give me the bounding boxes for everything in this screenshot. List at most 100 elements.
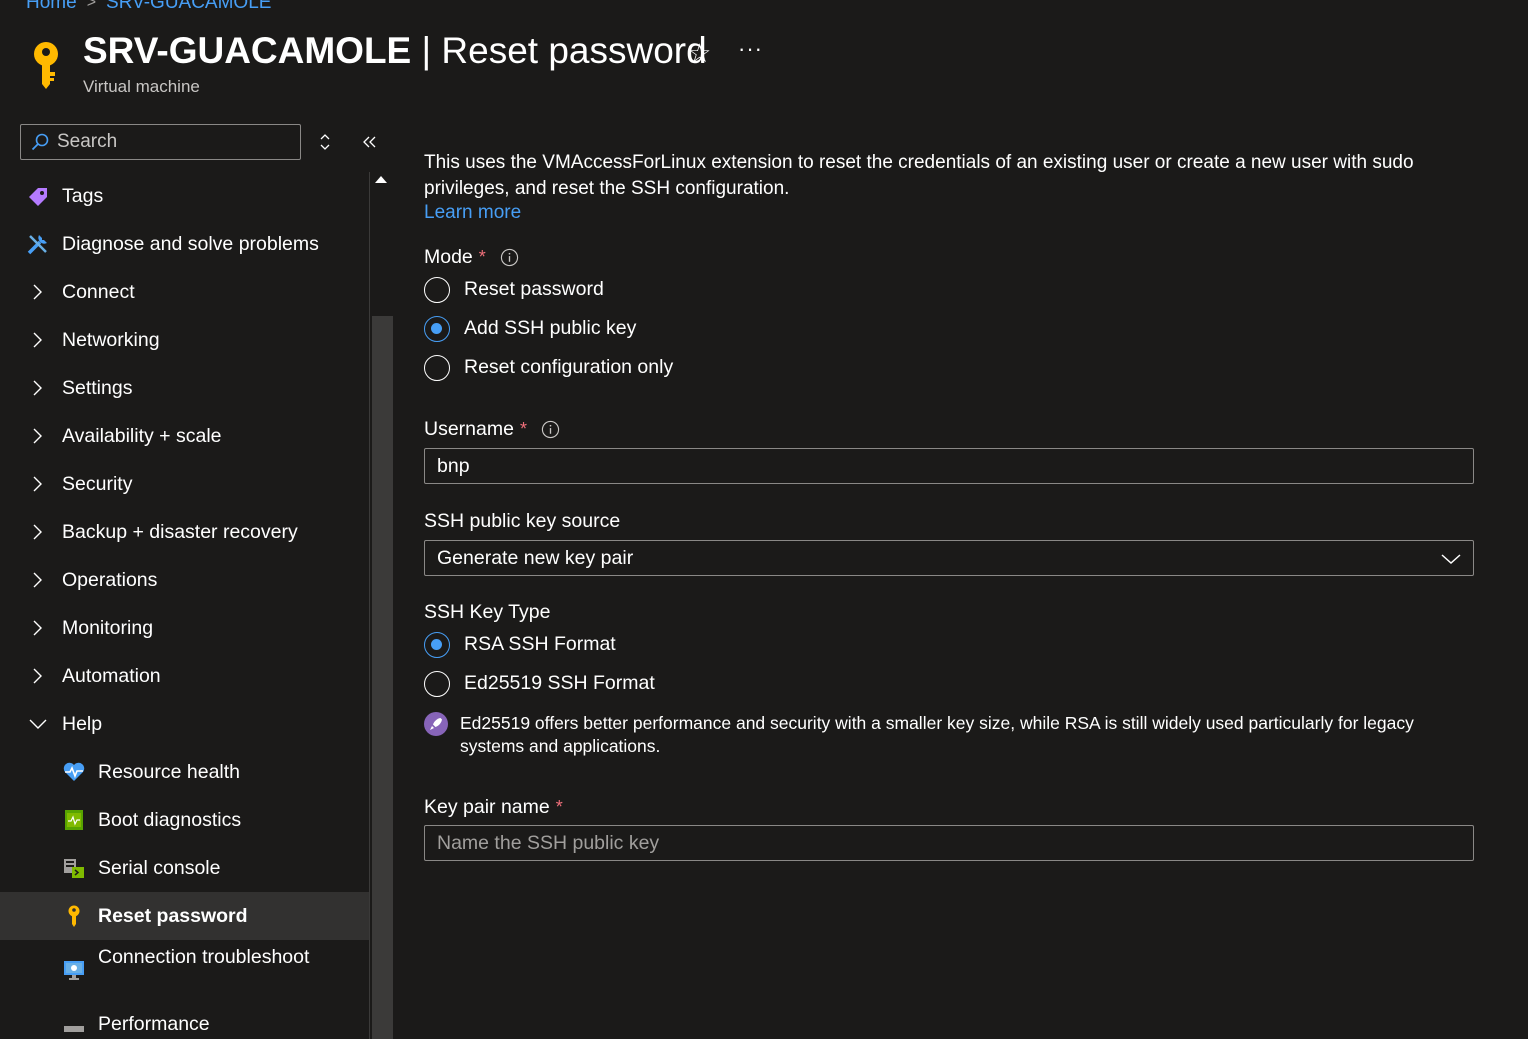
sidebar-item-backup[interactable]: Backup + disaster recovery	[0, 508, 369, 556]
breadcrumb: Home > SRV-GUACAMOLE	[26, 0, 271, 14]
sidebar-item-monitoring[interactable]: Monitoring	[0, 604, 369, 652]
breadcrumb-current[interactable]: SRV-GUACAMOLE	[106, 0, 271, 14]
radio-label: RSA SSH Format	[464, 633, 616, 655]
radio-button[interactable]	[424, 670, 450, 697]
required-asterisk: *	[519, 419, 527, 439]
monitor-icon	[64, 961, 84, 980]
sidebar-item-label: Serial console	[98, 856, 221, 879]
sidebar-nav: Tags Diagnose and solve problems Connect…	[0, 172, 369, 1039]
key-source-selected-value: Generate new key pair	[437, 546, 634, 569]
heart-pulse-icon	[63, 762, 85, 781]
key-type-radio-group: RSA SSH Format Ed25519 SSH Format	[424, 625, 1474, 703]
sidebar-item-label: Resource health	[98, 760, 241, 783]
sidebar-item-tags[interactable]: Tags	[0, 172, 369, 220]
more-options-icon[interactable]: ···	[738, 36, 763, 62]
chevron-down-icon	[29, 719, 47, 729]
scrollbar-thumb[interactable]	[372, 316, 393, 1039]
chevron-right-icon	[33, 428, 42, 444]
sidebar-item-label: Tags	[62, 184, 104, 207]
key-pair-name-label: Key pair name *	[424, 796, 1474, 819]
sidebar-search[interactable]	[20, 124, 301, 160]
radio-button-selected[interactable]	[424, 631, 450, 658]
chevron-right-icon	[33, 332, 42, 348]
reset-password-page: Home > SRV-GUACAMOLE SRV-GUACAMOLE | Res…	[0, 0, 1528, 1039]
radio-label: Add SSH public key	[464, 317, 637, 339]
breadcrumb-separator-icon: >	[86, 0, 97, 11]
chevron-right-icon	[33, 380, 42, 396]
sort-updown-icon[interactable]	[316, 130, 334, 154]
info-icon[interactable]	[541, 420, 560, 439]
search-input[interactable]	[57, 131, 297, 153]
sidebar-item-performance[interactable]: Performance	[0, 1000, 369, 1039]
sidebar-item-automation[interactable]: Automation	[0, 652, 369, 700]
sidebar-item-networking[interactable]: Networking	[0, 316, 369, 364]
title-resource: SRV-GUACAMOLE	[83, 30, 412, 71]
username-input[interactable]	[424, 448, 1474, 484]
reset-password-form: This uses the VMAccessForLinux extension…	[424, 150, 1474, 861]
page-subtitle: Virtual machine	[83, 77, 200, 96]
search-icon	[31, 133, 49, 151]
chevron-right-icon	[33, 572, 42, 588]
tag-icon	[29, 188, 47, 206]
collapse-sidebar-icon[interactable]	[360, 130, 380, 154]
key-type-option-ed25519[interactable]: Ed25519 SSH Format	[424, 664, 1474, 703]
chevron-right-icon	[33, 620, 42, 636]
scroll-up-arrow-icon[interactable]	[375, 176, 387, 183]
favorite-star-icon[interactable]: ☆	[688, 38, 711, 69]
sidebar-item-label: Performance	[98, 1012, 210, 1035]
breadcrumb-home[interactable]: Home	[26, 0, 77, 14]
sidebar-item-help[interactable]: Help	[0, 700, 369, 748]
intro-text: This uses the VMAccessForLinux extension…	[424, 152, 1414, 199]
sidebar-item-serial-console[interactable]: Serial console	[0, 844, 369, 892]
radio-label: Reset configuration only	[464, 356, 674, 378]
radio-label: Reset password	[464, 278, 604, 300]
sidebar-item-reset-password[interactable]: Reset password	[0, 892, 369, 940]
key-pair-name-label-text: Key pair name	[424, 796, 550, 818]
required-asterisk: *	[555, 797, 563, 817]
ed25519-note-text: Ed25519 offers better performance and se…	[460, 713, 1414, 756]
key-type-option-rsa[interactable]: RSA SSH Format	[424, 625, 1474, 664]
rocket-icon	[424, 712, 448, 736]
sidebar-item-label: Backup + disaster recovery	[62, 520, 298, 543]
title-blade: | Reset password	[411, 30, 707, 71]
sidebar-item-resource-health[interactable]: Resource health	[0, 748, 369, 796]
sidebar-item-label: Boot diagnostics	[98, 808, 242, 831]
key-icon	[34, 42, 58, 89]
radio-button[interactable]	[424, 276, 450, 303]
mode-option-add-ssh-key[interactable]: Add SSH public key	[424, 309, 1474, 348]
key-source-dropdown[interactable]: Generate new key pair	[424, 540, 1474, 576]
sidebar-item-boot-diagnostics[interactable]: Boot diagnostics	[0, 796, 369, 844]
mode-label: Mode *	[424, 246, 1474, 269]
radio-button[interactable]	[424, 354, 450, 381]
mode-option-reset-config[interactable]: Reset configuration only	[424, 348, 1474, 387]
sidebar-scrollbar[interactable]	[369, 172, 394, 1039]
sidebar-item-diagnose[interactable]: Diagnose and solve problems	[0, 220, 369, 268]
mode-option-reset-password[interactable]: Reset password	[424, 270, 1474, 309]
chevron-right-icon	[33, 284, 42, 300]
sidebar-item-settings[interactable]: Settings	[0, 364, 369, 412]
sidebar-item-label: Help	[62, 712, 103, 735]
sidebar-item-label: Networking	[62, 328, 160, 351]
chevron-right-icon	[33, 476, 42, 492]
sidebar-item-security[interactable]: Security	[0, 460, 369, 508]
username-label: Username *	[424, 418, 1474, 441]
sidebar-item-label: Settings	[62, 376, 133, 399]
required-asterisk: *	[478, 247, 486, 267]
sidebar-item-operations[interactable]: Operations	[0, 556, 369, 604]
radio-button-selected[interactable]	[424, 315, 450, 342]
key-pair-name-input[interactable]	[424, 825, 1474, 861]
key-source-label: SSH public key source	[424, 510, 621, 532]
sidebar-item-connect[interactable]: Connect	[0, 268, 369, 316]
sidebar-item-label: Availability + scale	[62, 424, 222, 447]
ed25519-info-note: Ed25519 offers better performance and se…	[424, 712, 1474, 758]
learn-more-link[interactable]: Learn more	[424, 202, 521, 224]
sidebar-item-connection-troubleshoot[interactable]: Connection troubleshoot	[0, 940, 369, 1000]
wrench-icon	[27, 235, 47, 255]
sidebar-item-label: Connect	[62, 280, 135, 303]
chevron-right-icon	[33, 668, 42, 684]
key-type-label: SSH Key Type	[424, 601, 551, 623]
sidebar-item-availability[interactable]: Availability + scale	[0, 412, 369, 460]
page-title: SRV-GUACAMOLE | Reset password	[83, 30, 707, 72]
boot-diagnostics-icon	[65, 810, 83, 830]
info-icon[interactable]	[500, 248, 519, 267]
